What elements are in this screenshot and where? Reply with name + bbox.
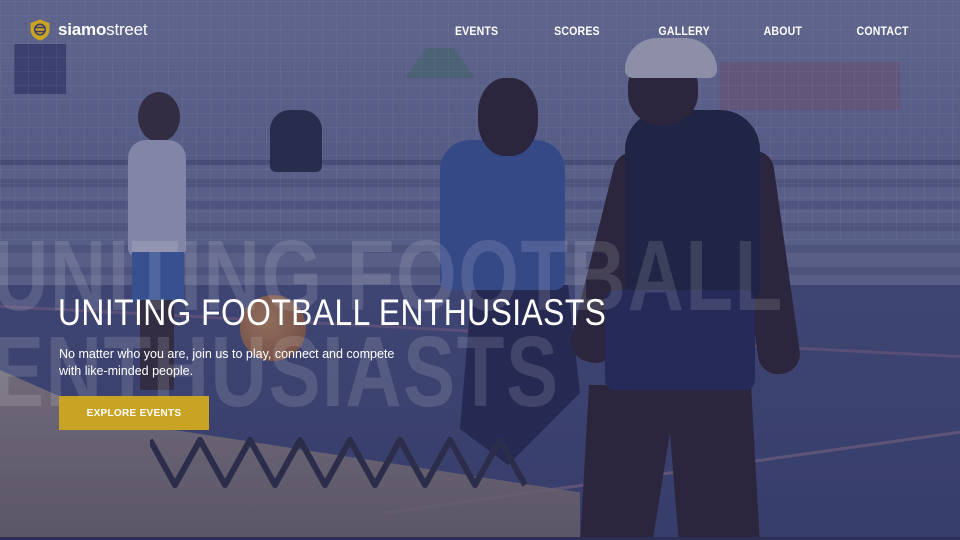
main-menu: EVENTS SCORES GALLERY ABOUT CONTACT (452, 24, 912, 38)
hero-section: UNITING FOOTBALL ENTHUSIASTS siamostreet… (0, 0, 960, 540)
nav-link-gallery[interactable]: GALLERY (658, 24, 709, 38)
brand-name: siamostreet (58, 20, 148, 39)
explore-events-button[interactable]: EXPLORE EVENTS (59, 396, 209, 430)
nav-link-events[interactable]: EVENTS (455, 24, 498, 38)
top-navigation: siamostreet EVENTS SCORES GALLERY ABOUT … (0, 0, 960, 62)
hero-subtext: No matter who you are, join us to play, … (59, 347, 395, 378)
hero-headline: UNITING FOOTBALL ENTHUSIASTS (58, 292, 607, 333)
shield-ball-icon (30, 19, 50, 41)
brand-logo-link[interactable]: siamostreet (28, 18, 148, 42)
nav-link-scores[interactable]: SCORES (554, 24, 600, 38)
nav-link-about[interactable]: ABOUT (764, 24, 802, 38)
nav-link-contact[interactable]: CONTACT (856, 24, 908, 38)
